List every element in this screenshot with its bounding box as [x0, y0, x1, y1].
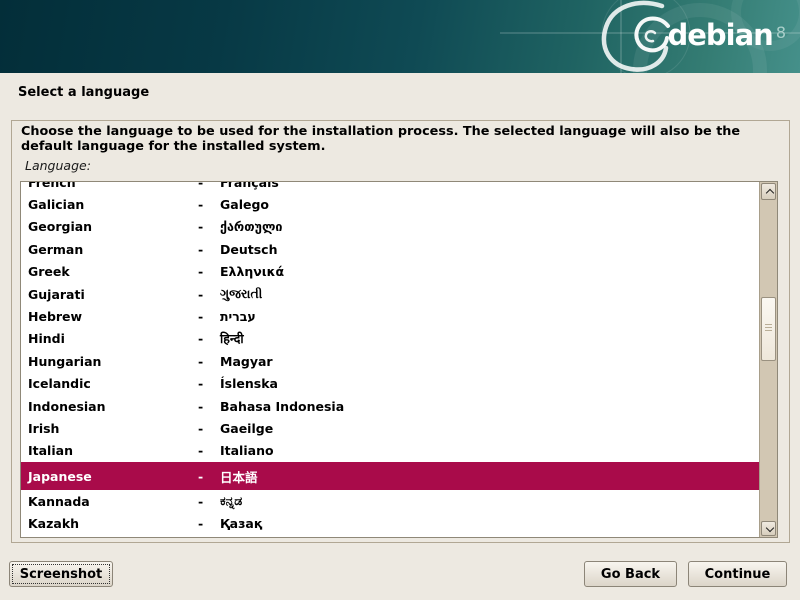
language-row[interactable]: Indonesian - Bahasa Indonesia — [21, 395, 759, 417]
language-native-name: हिन्दी — [220, 330, 759, 347]
page-title: Select a language — [18, 85, 149, 100]
language-english-name: French — [28, 181, 198, 190]
focus-ring — [13, 565, 109, 583]
instruction-line-1: Choose the language to be used for the i… — [21, 125, 740, 140]
language-english-name: German — [28, 242, 198, 257]
list-scrollbar[interactable] — [759, 182, 777, 537]
language-english-name: Irish — [28, 421, 198, 436]
language-separator: - — [198, 309, 220, 324]
language-separator: - — [198, 516, 220, 531]
language-native-name: ગુજરાતી — [220, 286, 759, 302]
screenshot-button[interactable]: Screenshot — [9, 561, 113, 587]
language-row[interactable]: Georgian - ქართული — [21, 216, 759, 238]
language-english-name: Kannada — [28, 494, 198, 509]
language-english-name: Hungarian — [28, 354, 198, 369]
scrollbar-thumb[interactable] — [761, 297, 776, 361]
language-english-name: Gujarati — [28, 287, 198, 302]
language-separator: - — [198, 219, 220, 234]
language-row[interactable]: Hebrew - עברית — [21, 305, 759, 327]
language-english-name: Georgian — [28, 219, 198, 234]
language-english-name: Japanese — [28, 469, 198, 484]
language-separator: - — [198, 197, 220, 212]
language-separator: - — [198, 354, 220, 369]
language-separator: - — [198, 287, 220, 302]
language-english-name: Hebrew — [28, 309, 198, 324]
language-separator: - — [198, 242, 220, 257]
chevron-down-icon — [765, 524, 773, 532]
continue-button[interactable]: Continue — [688, 561, 787, 587]
language-separator: - — [198, 469, 220, 484]
language-native-name: עברית — [220, 309, 759, 324]
brand-name: debian — [667, 20, 772, 50]
instruction-line-2: default language for the installed syste… — [21, 140, 740, 155]
language-native-name: Français — [220, 181, 759, 190]
language-native-name: ქართული — [220, 219, 759, 234]
language-english-name: Hindi — [28, 331, 198, 346]
language-row[interactable]: Kannada - ಕನ್ನಡ — [21, 490, 759, 512]
language-native-name: 日本語 — [220, 467, 759, 486]
language-separator: - — [198, 376, 220, 391]
main-frame: Choose the language to be used for the i… — [11, 120, 790, 543]
language-english-name: Galician — [28, 197, 198, 212]
scroll-down-button[interactable] — [761, 521, 776, 536]
language-row[interactable]: Icelandic - Íslenska — [21, 373, 759, 395]
language-row[interactable]: Italian - Italiano — [21, 440, 759, 462]
language-native-name: Bahasa Indonesia — [220, 399, 759, 414]
language-field-label: Language: — [25, 158, 91, 173]
language-row[interactable]: Hindi - हिन्दी — [21, 328, 759, 350]
language-separator: - — [198, 494, 220, 509]
language-english-name: Italian — [28, 443, 198, 458]
language-english-name: Greek — [28, 264, 198, 279]
language-list[interactable]: French - Français Galician - Galego Geor… — [20, 181, 778, 538]
language-row[interactable]: Greek - Ελληνικά — [21, 261, 759, 283]
language-row[interactable]: German - Deutsch — [21, 238, 759, 260]
language-native-name: Íslenska — [220, 376, 759, 391]
banner: debian 8 — [0, 0, 800, 73]
language-english-name: Indonesian — [28, 399, 198, 414]
language-native-name: Italiano — [220, 443, 759, 458]
go-back-button[interactable]: Go Back — [584, 561, 677, 587]
language-separator: - — [198, 181, 220, 190]
language-native-name: Deutsch — [220, 242, 759, 257]
continue-button-label: Continue — [705, 567, 771, 582]
scroll-up-button[interactable] — [761, 183, 776, 200]
language-row[interactable]: Irish - Gaeilge — [21, 417, 759, 439]
language-separator: - — [198, 399, 220, 414]
language-english-name: Icelandic — [28, 376, 198, 391]
language-row[interactable]: Hungarian - Magyar — [21, 350, 759, 372]
language-separator: - — [198, 264, 220, 279]
go-back-button-label: Go Back — [601, 567, 660, 582]
language-row[interactable]: Kazakh - Қазақ — [21, 512, 759, 534]
language-row[interactable]: Galician - Galego — [21, 193, 759, 215]
brand-logo: debian 8 — [667, 20, 786, 50]
brand-version: 8 — [776, 23, 786, 42]
language-row[interactable]: Japanese - 日本語 — [21, 462, 759, 490]
language-row[interactable]: French - Français — [21, 181, 759, 193]
language-native-name: Gaeilge — [220, 421, 759, 436]
scrollbar-grip-icon — [765, 324, 772, 333]
language-separator: - — [198, 331, 220, 346]
language-native-name: Galego — [220, 197, 759, 212]
language-native-name: ಕನ್ನಡ — [220, 493, 759, 509]
language-native-name: Ελληνικά — [220, 264, 759, 279]
language-separator: - — [198, 421, 220, 436]
language-separator: - — [198, 443, 220, 458]
language-english-name: Kazakh — [28, 516, 198, 531]
language-native-name: Magyar — [220, 354, 759, 369]
language-native-name: Қазақ — [220, 516, 759, 531]
instruction-text: Choose the language to be used for the i… — [21, 125, 740, 154]
language-row[interactable]: Gujarati - ગુજરાતી — [21, 283, 759, 305]
language-rows: French - Français Galician - Galego Geor… — [21, 181, 759, 535]
chevron-up-icon — [765, 189, 773, 197]
